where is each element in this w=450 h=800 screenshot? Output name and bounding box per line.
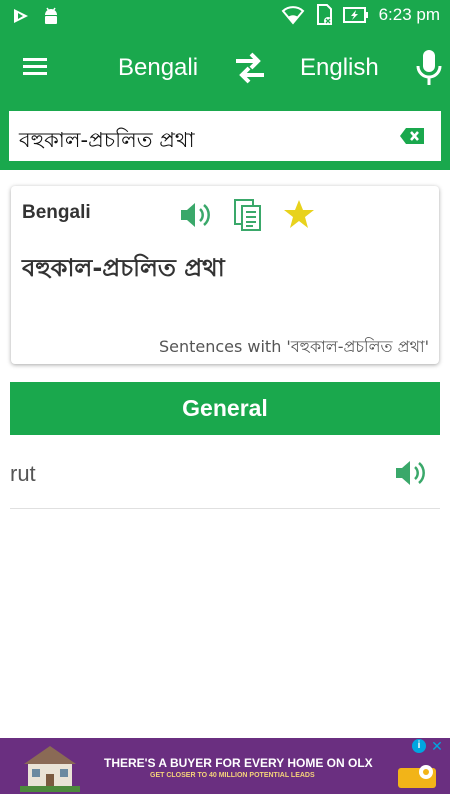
copy-icon[interactable]: [233, 198, 263, 232]
wifi-icon: [281, 6, 304, 25]
app-bar: Bengali English: [0, 32, 450, 104]
status-bar: 6:23 pm: [0, 0, 450, 32]
speaker-icon[interactable]: [394, 458, 428, 488]
list-item[interactable]: rut: [10, 448, 440, 509]
ad-close-icon[interactable]: ✕: [430, 739, 444, 753]
search-input[interactable]: বহুকাল-প্রচলিত প্রথা: [9, 111, 441, 161]
search-area: বহুকাল-প্রচলিত প্রথা: [0, 104, 450, 170]
olx-badge-icon: [398, 765, 436, 788]
sentences-link[interactable]: Sentences with 'বহুকাল-প্রচলিত প্রথা': [159, 334, 429, 361]
microphone-icon[interactable]: [414, 48, 444, 88]
search-input-text: বহুকাল-প্রচলিত প্রথা: [19, 128, 195, 152]
battery-charging-icon: [342, 7, 368, 23]
result-word: rut: [10, 461, 36, 486]
target-language-button[interactable]: English: [300, 54, 379, 82]
ad-headline: THERE'S A BUYER FOR EVERY HOME ON OLX: [104, 756, 373, 770]
hamburger-menu-icon[interactable]: [20, 52, 50, 82]
android-icon: [45, 7, 57, 24]
backspace-clear-icon[interactable]: [399, 127, 425, 145]
ad-info-icon[interactable]: i: [412, 739, 426, 753]
swap-arrows-icon[interactable]: [232, 50, 268, 86]
ad-banner[interactable]: THERE'S A BUYER FOR EVERY HOME ON OLX GE…: [0, 738, 450, 794]
section-header-general: General: [10, 382, 440, 435]
translation-card: Bengali বহুকাল-প্রচলিত প্রথা Sentences w…: [11, 186, 439, 364]
status-time: 6:23 pm: [378, 5, 440, 24]
ad-subtext: GET CLOSER TO 40 MILLION POTENTIAL LEADS: [150, 772, 315, 779]
card-language-label: Bengali: [22, 202, 91, 223]
house-illustration: [20, 746, 80, 792]
star-icon[interactable]: [283, 198, 315, 230]
source-language-button[interactable]: Bengali: [118, 54, 198, 82]
speaker-icon[interactable]: [179, 200, 213, 230]
card-word: বহুকাল-প্রচলিত প্রথা: [22, 254, 225, 282]
play-store-icon: [14, 9, 28, 23]
sim-no-signal-icon: [316, 4, 332, 25]
